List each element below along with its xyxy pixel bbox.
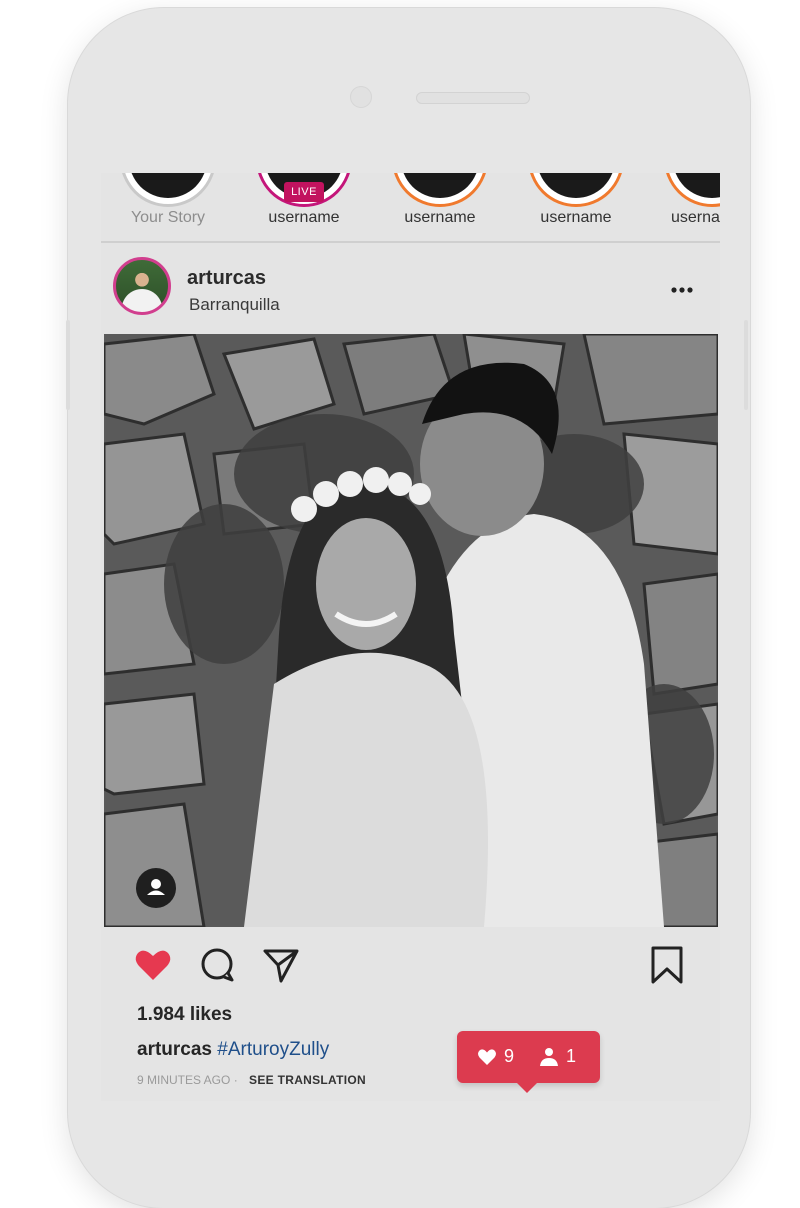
post-caption: arturcas #ArturoyZully	[137, 1039, 329, 1061]
story-avatar	[392, 173, 488, 207]
volume-button	[66, 320, 70, 410]
story-avatar	[120, 173, 216, 207]
story-label: Your Story	[130, 209, 206, 226]
user-tag-icon[interactable]	[136, 868, 176, 908]
more-icon[interactable]	[669, 285, 695, 295]
send-icon[interactable]	[261, 945, 301, 985]
bookmark-icon[interactable]	[647, 945, 687, 985]
story-avatar	[528, 173, 624, 207]
comment-icon[interactable]	[197, 945, 237, 985]
story-label: username	[404, 209, 476, 226]
caption-hashtag[interactable]: #ArturoyZully	[217, 1039, 329, 1060]
front-camera	[350, 86, 372, 108]
post-time: 9 MINUTES AGO	[137, 1073, 231, 1087]
heart-icon[interactable]	[133, 945, 173, 985]
notification-followers-count: 1	[566, 1046, 577, 1066]
post-username[interactable]: arturcas	[187, 267, 266, 290]
user-icon	[540, 1048, 558, 1066]
post-header: arturcas Barranquilla	[101, 245, 720, 333]
story-your-story[interactable]: Your Story	[113, 173, 223, 241]
notification-likes-count: 9	[504, 1046, 515, 1066]
activity-notification[interactable]: 9 1	[457, 1031, 600, 1093]
power-button	[744, 320, 748, 410]
story-label: username	[268, 209, 340, 226]
story-live-user[interactable]: LIVE username	[249, 173, 359, 241]
meta-separator: ·	[233, 1073, 238, 1087]
instagram-screen: Your Story LIVE username username userna…	[101, 173, 720, 1101]
post-photo[interactable]	[104, 334, 718, 927]
live-badge: LIVE	[284, 182, 324, 202]
heart-icon	[478, 1049, 496, 1065]
story-avatar	[664, 173, 720, 207]
post-location[interactable]: Barranquilla	[189, 295, 280, 315]
photo-illustration	[104, 334, 718, 927]
notification-likes: 9	[477, 1046, 527, 1068]
stories-bar: Your Story LIVE username username userna…	[101, 173, 720, 243]
story-label: username	[540, 209, 612, 226]
post-actions	[101, 929, 720, 999]
earpiece-speaker	[416, 92, 530, 104]
post-meta: 9 MINUTES AGO · SEE TRANSLATION	[137, 1073, 366, 1087]
story-label: userna	[671, 209, 720, 226]
story-user[interactable]: username	[385, 173, 495, 241]
story-user[interactable]: username	[521, 173, 631, 241]
post-avatar[interactable]	[113, 257, 171, 315]
story-user[interactable]: userna	[657, 173, 720, 241]
caption-username[interactable]: arturcas	[137, 1039, 212, 1060]
notification-followers: 1	[537, 1046, 587, 1068]
see-translation-link[interactable]: SEE TRANSLATION	[249, 1073, 366, 1087]
likes-count[interactable]: 1.984 likes	[137, 1004, 232, 1026]
